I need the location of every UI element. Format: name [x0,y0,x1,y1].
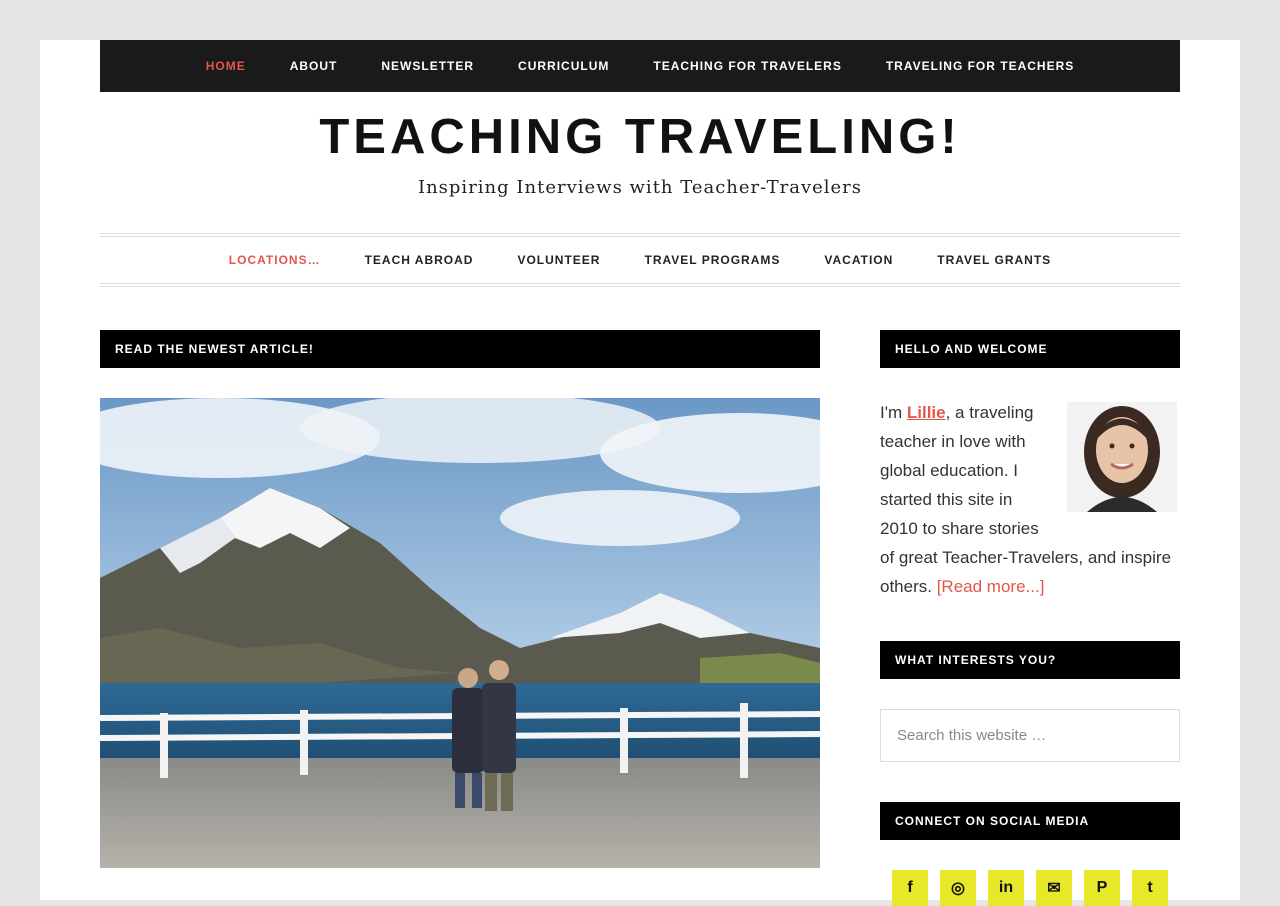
facebook-icon[interactable]: f [892,870,928,906]
page-container: HOME ABOUT NEWSLETTER CURRICULUM TEACHIN… [40,40,1240,906]
social-heading: CONNECT ON SOCIAL MEDIA [880,802,1180,840]
site-tagline: Inspiring Interviews with Teacher-Travel… [417,177,863,198]
nav-newsletter[interactable]: NEWSLETTER [381,59,474,73]
nav-home[interactable]: HOME [206,59,246,73]
featured-article-image[interactable] [100,398,820,868]
welcome-heading: HELLO AND WELCOME [880,330,1180,368]
top-navigation: HOME ABOUT NEWSLETTER CURRICULUM TEACHIN… [100,40,1180,92]
instagram-icon[interactable]: ◎ [940,870,976,906]
interests-heading: WHAT INTERESTS YOU? [880,641,1180,679]
site-title[interactable]: TEACHING TRAVELING! [100,108,1180,167]
nav-locations[interactable]: LOCATIONS… [229,253,321,267]
mountain-lake-photo[interactable] [100,398,820,868]
email-icon[interactable]: ✉ [1036,870,1072,906]
nav-curriculum[interactable]: CURRICULUM [518,59,609,73]
nav-travel-grants[interactable]: TRAVEL GRANTS [937,253,1051,267]
read-more-link[interactable]: [Read more...] [937,577,1045,596]
pinterest-icon[interactable]: P [1084,870,1120,906]
nav-teaching-for-travelers[interactable]: TEACHING FOR TRAVELERS [653,59,841,73]
social-icons: f ◎ in ✉ P t [892,870,1180,906]
author-photo[interactable] [1067,402,1177,512]
nav-vacation[interactable]: VACATION [824,253,893,267]
search-input[interactable] [880,709,1180,762]
welcome-intro: I'm [880,403,907,422]
twitter-icon[interactable]: t [1132,870,1168,906]
newest-article-heading: READ THE NEWEST ARTICLE! [100,330,820,368]
nav-teach-abroad[interactable]: TEACH ABROAD [365,253,474,267]
nav-traveling-for-teachers[interactable]: TRAVELING FOR TEACHERS [886,59,1074,73]
nav-about[interactable]: ABOUT [290,59,338,73]
nav-volunteer[interactable]: VOLUNTEER [517,253,600,267]
nav-travel-programs[interactable]: TRAVEL PROGRAMS [644,253,780,267]
author-name-link[interactable]: Lillie [907,403,946,422]
category-navigation: LOCATIONS… TEACH ABROAD VOLUNTEER TRAVEL… [100,233,1180,287]
welcome-text: I'm Lillie, a traveling teacher in love … [880,398,1180,601]
linkedin-icon[interactable]: in [988,870,1024,906]
